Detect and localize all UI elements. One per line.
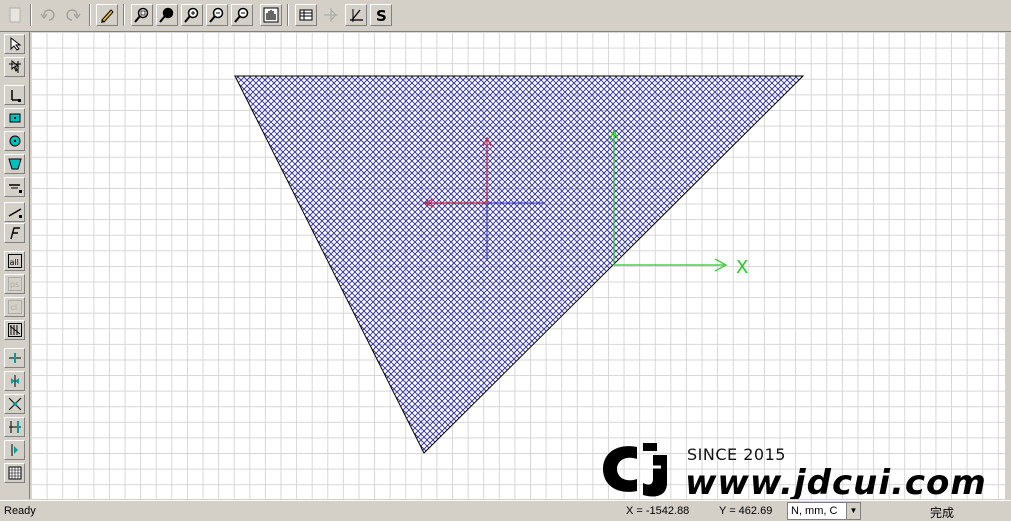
watermark: SINCE 2015 www.jdcui.com	[597, 437, 987, 499]
select-pointer-icon[interactable]	[4, 34, 25, 54]
previous-selection-label: ps	[10, 280, 19, 289]
watermark-since: SINCE 2015	[687, 445, 786, 464]
section-cut-icon[interactable]	[320, 4, 342, 26]
chevron-down-icon[interactable]: ▼	[846, 503, 860, 519]
cursor-y-readout: Y = 462.69	[719, 505, 773, 517]
snap-perpendicular-icon[interactable]	[4, 417, 25, 437]
toolbar-separator	[287, 4, 289, 26]
toolbar-separator	[123, 4, 125, 26]
status-bar: Ready X = -1542.88 Y = 462.69 N, mm, C ▼…	[0, 500, 1011, 521]
draw-polygon-icon[interactable]	[4, 154, 25, 174]
reshape-icon[interactable]	[4, 57, 25, 77]
svg-text:S: S	[376, 7, 387, 23]
zoom-in-icon[interactable]	[181, 4, 203, 26]
select-all-label: all	[9, 258, 18, 267]
zoom-previous-icon[interactable]	[231, 4, 253, 26]
undo-icon[interactable]	[37, 4, 59, 26]
table-icon[interactable]	[295, 4, 317, 26]
redo-icon[interactable]	[62, 4, 84, 26]
clear-selection-icon[interactable]: cl	[4, 297, 25, 317]
new-file-icon[interactable]	[4, 4, 26, 26]
status-ready: Ready	[4, 505, 36, 517]
right-border	[1005, 32, 1011, 499]
units-select[interactable]: N, mm, C ▼	[787, 502, 861, 520]
snap-midpoint-icon[interactable]	[4, 348, 25, 368]
cursor-x-readout: X = -1542.88	[626, 505, 690, 517]
section-drawing: X	[234, 75, 805, 454]
watermark-logo-icon	[603, 443, 667, 497]
section-s-icon[interactable]: S	[370, 4, 392, 26]
zoom-out-icon[interactable]	[206, 4, 228, 26]
drawing-canvas[interactable]: X SINCE 2015 www.jdcui.com	[31, 32, 1011, 499]
draw-rectangle-icon[interactable]	[4, 108, 25, 128]
zoom-window-icon[interactable]	[131, 4, 153, 26]
zoom-extents-icon[interactable]	[156, 4, 178, 26]
pan-hand-icon[interactable]	[260, 4, 282, 26]
previous-selection-icon[interactable]: ps	[4, 274, 25, 294]
toolbar-separator	[89, 4, 91, 26]
draw-line-icon[interactable]	[4, 85, 25, 105]
draw-circle-icon[interactable]	[4, 131, 25, 151]
snap-grid-icon[interactable]	[4, 463, 25, 483]
draw-segment-icon[interactable]	[4, 202, 25, 222]
draw-freeform-icon[interactable]	[4, 223, 25, 243]
snap-intersection-icon[interactable]	[4, 394, 25, 414]
global-x-axis-label: X	[736, 257, 748, 278]
angle-icon[interactable]	[345, 4, 367, 26]
status-done: 完成	[930, 506, 955, 520]
watermark-url: www.jdcui.com	[685, 463, 987, 499]
snap-end-icon[interactable]	[4, 371, 25, 391]
intersect-icon[interactable]	[4, 320, 25, 340]
draw-arc-icon[interactable]	[4, 177, 25, 197]
units-select-value: N, mm, C	[791, 505, 838, 517]
pencil-icon[interactable]	[96, 4, 118, 26]
left-toolbox: all ps cl	[0, 32, 30, 499]
snap-line-icon[interactable]	[4, 440, 25, 460]
top-toolbar: S	[0, 0, 1011, 32]
select-all-icon[interactable]: all	[4, 251, 25, 271]
clear-selection-label: cl	[10, 303, 17, 312]
toolbar-separator	[30, 4, 32, 26]
